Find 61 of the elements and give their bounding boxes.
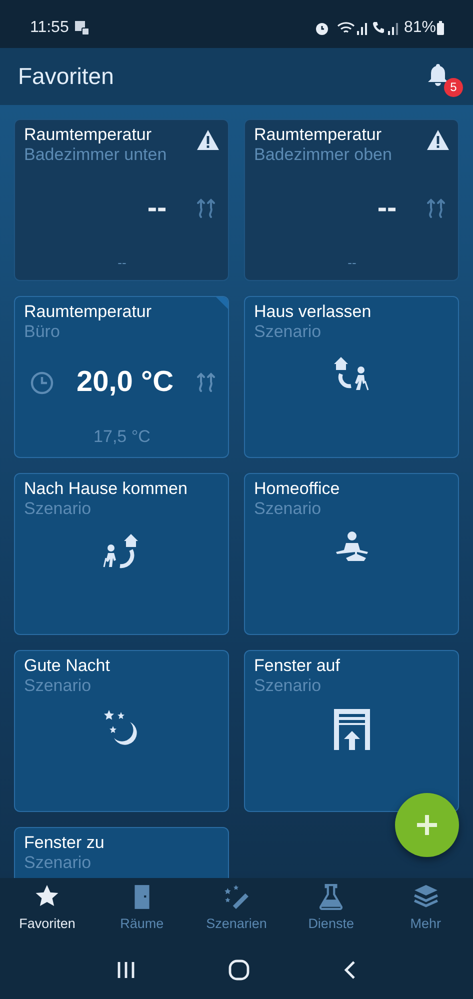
setpoint-value: 17,5 °C: [92, 426, 152, 448]
tile-title: Gute Nacht: [24, 656, 110, 676]
tile-card[interactable]: Raumtemperatur Badezimmer oben -- --: [244, 119, 459, 281]
call-icon: [370, 20, 387, 36]
tile-subtitle: Szenario: [254, 499, 322, 519]
recent-apps-icon: [116, 960, 136, 978]
magic-wand-icon: [223, 884, 250, 910]
tile-title: Fenster auf: [254, 656, 340, 676]
plus-icon: [416, 814, 438, 836]
battery-icon: [436, 20, 445, 36]
alarm-icon: [314, 20, 330, 36]
tile-card[interactable]: Raumtemperatur Badezimmer unten -- --: [14, 119, 229, 281]
tile-card[interactable]: Haus verlassen Szenario: [244, 296, 459, 458]
tile-subtitle: Büro: [24, 322, 61, 342]
nav-tab[interactable]: Mehr: [378, 878, 473, 940]
temperature-value: --: [147, 191, 167, 226]
setpoint-value: --: [346, 254, 358, 272]
tile-subtitle: Badezimmer unten: [24, 145, 167, 165]
tile-card[interactable]: Homeoffice Szenario: [244, 473, 459, 635]
temperature-value: --: [377, 191, 397, 226]
tile-title: Raumtemperatur: [254, 125, 383, 145]
tile-card[interactable]: Fenster auf Szenario: [244, 650, 459, 812]
temperature-value: 20,0 °C: [76, 365, 174, 400]
tile-subtitle: Szenario: [254, 676, 322, 696]
tile-card[interactable]: Nach Hause kommen Szenario: [14, 473, 229, 635]
flask-icon: [318, 884, 344, 910]
back-icon: [342, 960, 357, 980]
heat-icon: [196, 370, 216, 395]
tile-title: Raumtemperatur: [24, 302, 152, 322]
layers-icon: [412, 884, 439, 910]
nav-tab[interactable]: Szenarien: [189, 878, 284, 940]
tile-subtitle: Szenario: [24, 676, 92, 696]
signal-icon: [356, 20, 368, 36]
tile-card[interactable]: Fenster zu Szenario: [14, 827, 229, 878]
tile-title: Haus verlassen: [254, 302, 372, 322]
corner-marker: [216, 297, 228, 309]
heat-icon: [196, 196, 216, 221]
signal-icon: [386, 20, 399, 36]
bell-icon[interactable]: [427, 62, 449, 86]
battery-level: 81%: [404, 18, 436, 38]
nav-tab[interactable]: Dienste: [284, 878, 378, 940]
tile-title: Raumtemperatur: [24, 125, 153, 145]
tile-subtitle: Szenario: [24, 499, 92, 519]
heat-icon: [426, 196, 446, 221]
tile-card[interactable]: Raumtemperatur Büro 20,0 °C 17,5 °C: [14, 296, 229, 458]
tile-title: Fenster zu: [24, 833, 104, 853]
tile-subtitle: Szenario: [24, 853, 92, 873]
tile-subtitle: Badezimmer oben: [254, 145, 392, 165]
nav-tab[interactable]: Favoriten: [0, 878, 95, 940]
tile-title: Homeoffice: [254, 479, 340, 499]
tile-subtitle: Szenario: [254, 322, 322, 342]
page-title: Favoriten: [18, 62, 114, 92]
notification-icon: [74, 20, 90, 36]
window-shutter-icon: [332, 708, 372, 752]
nav-tab[interactable]: Räume: [94, 878, 190, 940]
notification-badge: 5: [444, 78, 463, 96]
tile-card[interactable]: Gute Nacht Szenario: [14, 650, 229, 812]
home-icon: [228, 958, 250, 980]
setpoint-value: --: [116, 254, 128, 272]
tile-title: Nach Hause kommen: [24, 479, 188, 499]
clock-time: 11:55: [30, 18, 69, 38]
